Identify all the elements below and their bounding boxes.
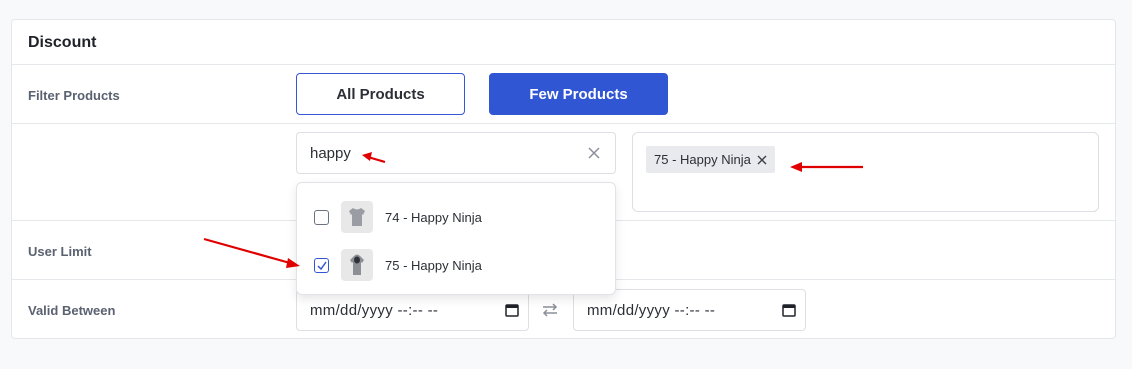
dropdown-option-75[interactable]: 75 - Happy Ninja <box>297 243 615 287</box>
end-datetime-input[interactable]: mm/dd/yyyy --:-- -- <box>573 289 806 331</box>
divider <box>12 64 1115 65</box>
filter-products-label: Filter Products <box>28 88 120 103</box>
calendar-icon[interactable] <box>781 302 797 318</box>
discount-card: Discount Filter Products All Products Fe… <box>11 19 1116 339</box>
start-datetime-input[interactable]: mm/dd/yyyy --:-- -- <box>296 289 529 331</box>
swap-icon <box>542 303 558 317</box>
unchecked-checkbox[interactable] <box>314 209 329 225</box>
hoodie-icon <box>341 249 373 281</box>
product-search-dropdown: 74 - Happy Ninja 75 - Happy Ninja <box>296 182 616 295</box>
option-label: 75 - Happy Ninja <box>385 257 482 273</box>
few-products-button[interactable]: Few Products <box>489 73 668 115</box>
checked-checkbox[interactable] <box>314 257 329 273</box>
all-products-button[interactable]: All Products <box>296 73 465 115</box>
tag-label: 75 - Happy Ninja <box>654 152 751 167</box>
option-label: 74 - Happy Ninja <box>385 209 482 225</box>
product-search-input[interactable]: happy <box>296 132 616 174</box>
valid-between-label: Valid Between <box>28 303 116 318</box>
user-limit-label: User Limit <box>28 244 92 259</box>
search-value: happy <box>310 145 351 162</box>
close-icon[interactable] <box>587 146 601 160</box>
end-date-placeholder: mm/dd/yyyy --:-- -- <box>587 302 716 319</box>
selected-products-box[interactable]: 75 - Happy Ninja <box>632 132 1099 212</box>
card-title: Discount <box>28 34 97 51</box>
tshirt-icon <box>341 201 373 233</box>
calendar-icon[interactable] <box>504 302 520 318</box>
remove-tag-icon[interactable] <box>757 155 767 165</box>
dropdown-option-74[interactable]: 74 - Happy Ninja <box>297 195 615 239</box>
selected-product-tag: 75 - Happy Ninja <box>646 146 775 173</box>
start-date-placeholder: mm/dd/yyyy --:-- -- <box>310 302 439 319</box>
divider <box>12 123 1115 124</box>
